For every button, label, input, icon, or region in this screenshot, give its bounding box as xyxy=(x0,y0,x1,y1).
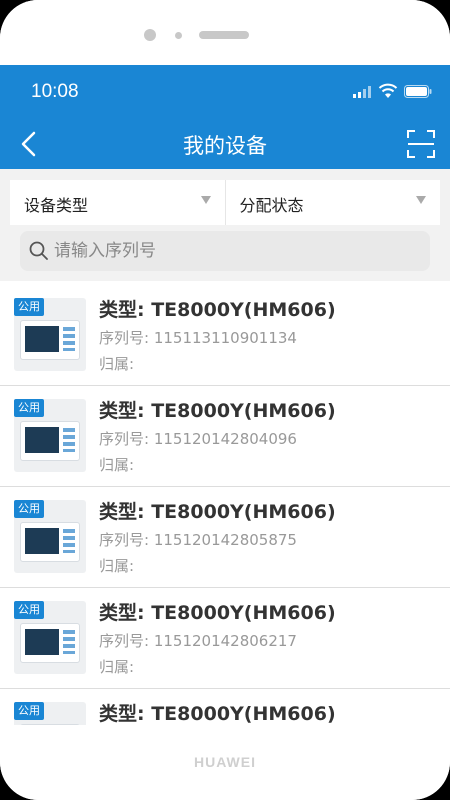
battery-icon xyxy=(404,85,432,98)
device-type: 类型: TE8000Y(HM606) xyxy=(99,501,336,523)
device-item[interactable]: 公用 类型: TE8000Y(HM606) 序列号: 1151131109011… xyxy=(0,285,450,386)
device-item[interactable]: 公用 类型: TE8000Y(HM606) xyxy=(0,689,450,725)
device-thumbnail: 公用 xyxy=(14,298,86,371)
phone-frame: 10:08 我的设备 设备类型 分配状态 请输入序列号 公用 类型: TE800… xyxy=(0,0,450,800)
device-thumbnail: 公用 xyxy=(14,500,86,573)
device-serial: 序列号: 115120142805875 xyxy=(99,531,297,549)
status-bar: 10:08 xyxy=(0,65,450,119)
device-item[interactable]: 公用 类型: TE8000Y(HM606) 序列号: 1151201428040… xyxy=(0,386,450,487)
wifi-icon xyxy=(378,83,398,98)
device-type-filter-label: 设备类型 xyxy=(24,196,89,215)
public-tag: 公用 xyxy=(14,702,44,720)
device-type-filter[interactable]: 设备类型 xyxy=(10,180,225,225)
device-image xyxy=(20,320,80,360)
device-item[interactable]: 公用 类型: TE8000Y(HM606) 序列号: 1151201428058… xyxy=(0,487,450,588)
scan-icon xyxy=(407,130,435,158)
assign-status-filter[interactable]: 分配状态 xyxy=(224,180,441,225)
device-item[interactable]: 公用 类型: TE8000Y(HM606) 序列号: 1151201428062… xyxy=(0,588,450,689)
bottom-bezel: HUAWEI xyxy=(0,725,450,800)
navigation-bar: 我的设备 xyxy=(0,119,450,169)
public-tag: 公用 xyxy=(14,500,44,518)
search-box xyxy=(20,231,430,271)
scan-button[interactable] xyxy=(404,127,438,161)
public-tag: 公用 xyxy=(14,399,44,417)
search-icon xyxy=(29,241,48,260)
device-owner: 归属: xyxy=(99,557,135,575)
device-owner: 归属: xyxy=(99,355,135,373)
device-serial: 序列号: 115120142806217 xyxy=(99,632,297,650)
device-image xyxy=(20,421,80,461)
device-thumbnail: 公用 xyxy=(14,702,86,725)
sensor xyxy=(175,32,182,39)
front-camera xyxy=(144,29,156,41)
device-thumbnail: 公用 xyxy=(14,399,86,472)
earpiece-speaker xyxy=(199,31,249,39)
filter-row: 设备类型 分配状态 xyxy=(10,180,440,225)
signal-icon xyxy=(353,86,371,98)
device-type: 类型: TE8000Y(HM606) xyxy=(99,400,336,422)
device-owner: 归属: xyxy=(99,658,135,676)
device-serial: 序列号: 115113110901134 xyxy=(99,329,297,347)
device-image xyxy=(20,623,80,663)
public-tag: 公用 xyxy=(14,601,44,619)
device-type: 类型: TE8000Y(HM606) xyxy=(99,602,336,624)
page-title: 我的设备 xyxy=(183,134,267,158)
device-thumbnail: 公用 xyxy=(14,601,86,674)
device-brand-logo: HUAWEI xyxy=(194,754,256,770)
public-tag: 公用 xyxy=(14,298,44,316)
device-owner: 归属: xyxy=(99,456,135,474)
device-type: 类型: TE8000Y(HM606) xyxy=(99,703,336,725)
dropdown-caret-icon xyxy=(200,196,211,204)
device-type: 类型: TE8000Y(HM606) xyxy=(99,299,336,321)
top-bezel xyxy=(0,0,450,65)
status-time: 10:08 xyxy=(31,81,79,102)
device-list: 公用 类型: TE8000Y(HM606) 序列号: 1151131109011… xyxy=(0,285,450,725)
assign-status-filter-label: 分配状态 xyxy=(239,196,304,215)
serial-search-input[interactable] xyxy=(54,238,414,264)
dropdown-caret-icon xyxy=(416,196,426,204)
filter-area: 设备类型 分配状态 xyxy=(0,169,450,281)
device-serial: 序列号: 115120142804096 xyxy=(99,430,297,448)
device-image xyxy=(20,522,80,562)
